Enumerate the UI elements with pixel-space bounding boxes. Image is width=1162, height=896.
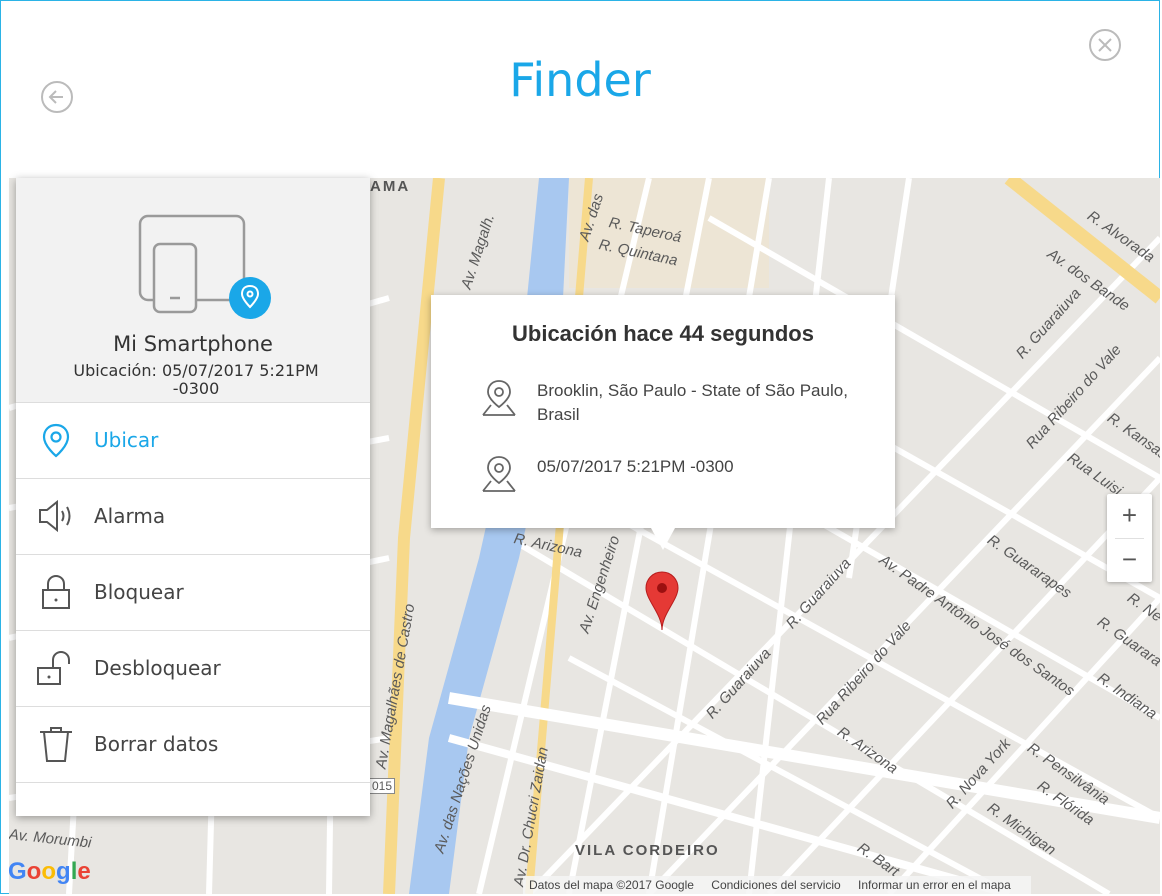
device-name: Mi Smartphone <box>113 332 273 356</box>
logo-letter: o <box>41 858 57 885</box>
location-popup: Ubicación hace 44 segundos Brooklin, São… <box>431 295 895 550</box>
lock-icon <box>42 574 70 609</box>
logo-letter: G <box>8 858 27 885</box>
map-pin-icon <box>482 456 516 492</box>
terms-link[interactable]: Condiciones del servicio <box>711 878 840 892</box>
zoom-divider <box>1115 538 1144 539</box>
zoom-in-button[interactable]: + <box>1107 494 1152 538</box>
location-marker-icon[interactable] <box>644 570 680 632</box>
map-data-credit[interactable]: Datos del mapa ©2017 Google <box>529 878 694 892</box>
popup-timestamp: 05/07/2017 5:21PM -0300 <box>537 457 734 476</box>
map-attribution: Datos del mapa ©2017 Google Condiciones … <box>523 876 1031 894</box>
device-panel: Mi Smartphone Ubicación: 05/07/2017 5:21… <box>16 178 370 816</box>
unlock-icon <box>37 650 70 685</box>
menu-item-label: Ubicar <box>94 428 159 452</box>
menu-item-label: Desbloquear <box>94 656 221 680</box>
devices-icon <box>138 214 271 319</box>
popup-title: Ubicación hace 44 segundos <box>512 321 814 346</box>
close-button[interactable] <box>1085 25 1125 65</box>
report-error-link[interactable]: Informar un error en el mapa <box>858 878 1011 892</box>
back-button[interactable] <box>37 77 77 117</box>
popup-address: Brooklin, São Paulo - State of São Paulo… <box>537 381 848 424</box>
menu-item-label: Alarma <box>94 504 166 528</box>
menu-item-label: Borrar datos <box>94 732 219 756</box>
page-title: Finder <box>509 53 651 107</box>
zoom-control: + − <box>1107 494 1152 582</box>
menu-item-locate[interactable]: Ubicar <box>16 402 370 479</box>
logo-letter: g <box>56 858 71 885</box>
google-logo[interactable]: Google <box>8 858 91 886</box>
menu-item-label: Bloquear <box>94 580 184 604</box>
device-header: Mi Smartphone Ubicación: 05/07/2017 5:21… <box>16 178 370 403</box>
menu-item-wipe[interactable]: Borrar datos <box>16 706 370 783</box>
map-pin-icon <box>482 380 516 416</box>
map-label-vila-cordeiro: VILA CORDEIRO <box>575 842 720 859</box>
map-label-highway: 015 <box>369 778 396 794</box>
menu-item-alarm[interactable]: Alarma <box>16 478 370 555</box>
speaker-icon <box>39 499 71 533</box>
menu-item-unlock[interactable]: Desbloquear <box>16 630 370 707</box>
logo-letter: e <box>77 858 91 885</box>
device-location: Ubicación: 05/07/2017 5:21PM -0300 <box>73 361 319 398</box>
menu-item-lock[interactable]: Bloquear <box>16 554 370 631</box>
close-icon <box>1089 29 1121 61</box>
back-arrow-icon <box>41 81 73 113</box>
logo-letter: o <box>26 858 42 885</box>
trash-icon <box>40 727 72 762</box>
location-pin-icon <box>42 423 70 458</box>
zoom-out-button[interactable]: − <box>1107 538 1152 582</box>
